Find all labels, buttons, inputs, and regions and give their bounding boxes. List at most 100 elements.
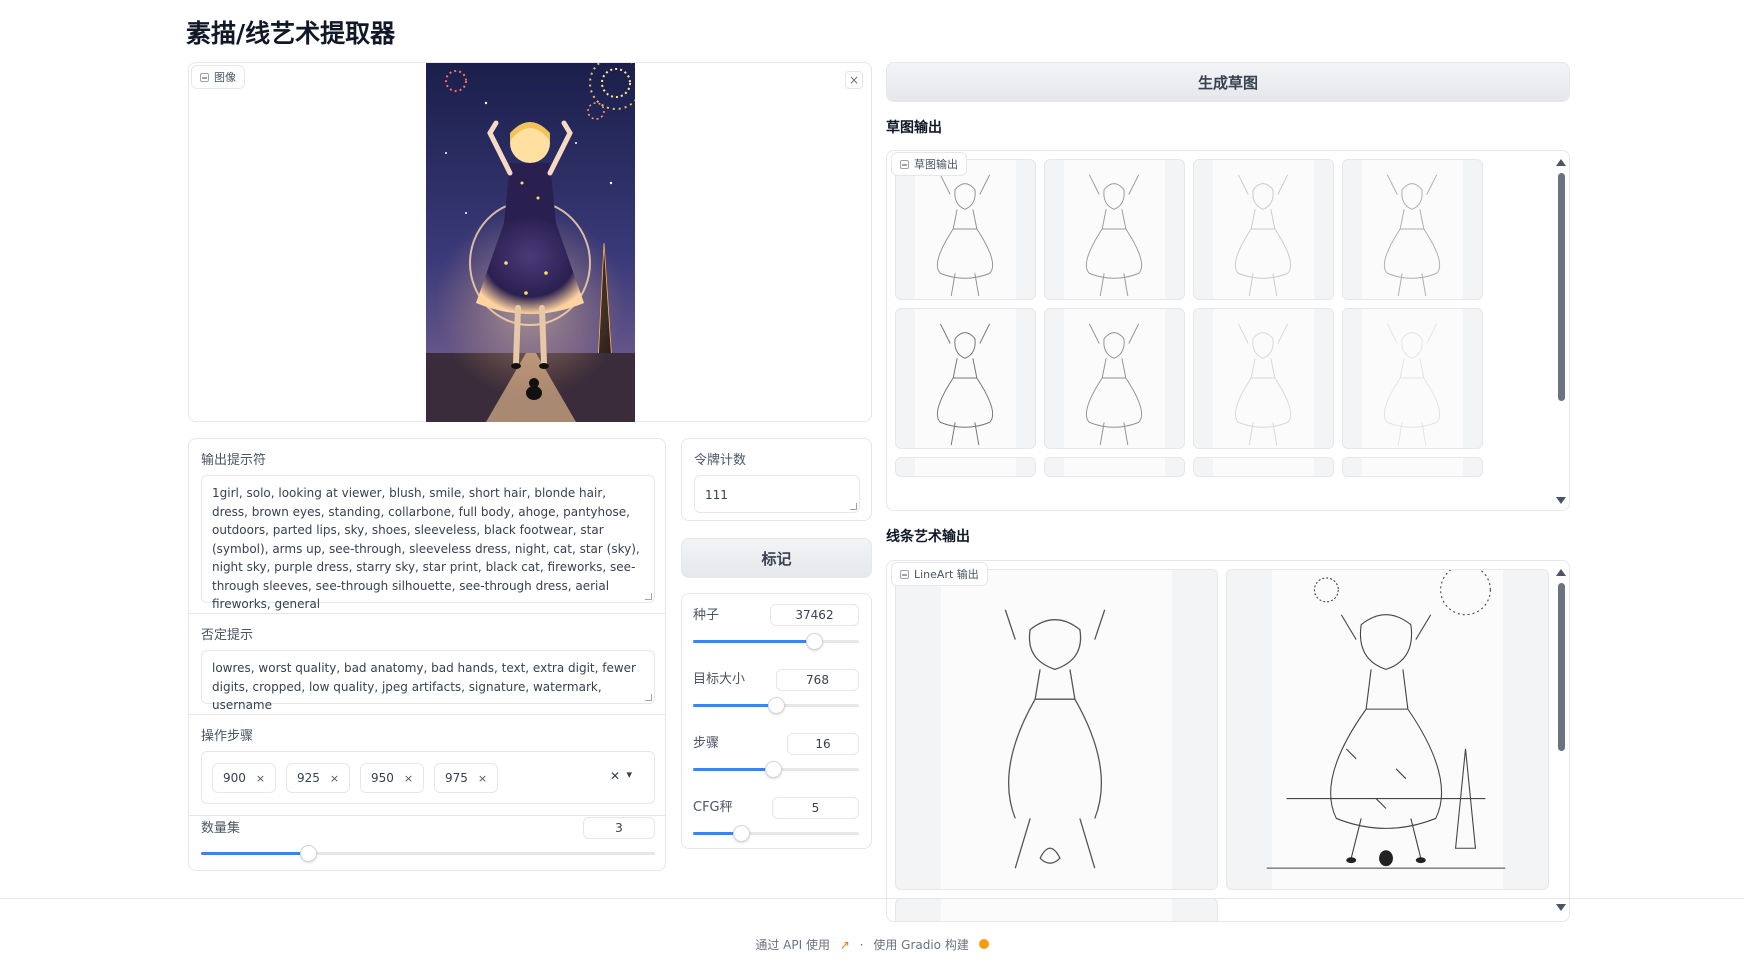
steps-slider[interactable] [693,761,859,778]
remove-tag-icon[interactable]: × [256,772,265,785]
gradio-link[interactable]: 使用 Gradio 构建 [873,938,969,952]
api-link[interactable]: 通过 API 使用 [755,938,830,952]
token-count-panel: 令牌计数 111 [681,438,872,521]
lineart-gallery[interactable]: LineArt 输出 [886,560,1570,922]
step-tag[interactable]: 900 × [212,763,277,793]
negative-label: 否定提示 [201,628,254,643]
image-icon [900,569,909,579]
seed-label: 种子 [693,608,720,623]
clear-all-icon[interactable]: ✕ [610,769,620,783]
lineart-sketch [1266,570,1506,869]
target-size-slider[interactable] [693,697,859,714]
input-image-preview [426,63,635,422]
sketch-thumbnail[interactable] [1193,457,1334,477]
slider-thumb[interactable] [764,761,782,778]
slider-thumb[interactable] [733,825,751,842]
prompt-column-panel: 输出提示符 1girl, solo, looking at viewer, bl… [188,438,666,871]
gradio-logo-icon [978,939,989,949]
chevron-down-icon[interactable]: ▾ [626,768,632,781]
divider [189,613,665,614]
sketch-thumbnail[interactable] [1193,308,1334,449]
sketch-thumbnail[interactable] [895,308,1036,449]
image-icon [200,72,209,82]
image-label: 图像 [214,71,236,84]
sketch-drawing [1085,323,1143,446]
sketch-drawing [1234,323,1292,446]
cfg-label: CFG秤 [693,800,733,815]
resize-handle-icon[interactable] [645,593,652,600]
step-tag-value: 975 [445,771,468,785]
seed-input[interactable]: 37462 [770,604,859,626]
target-size-label: 目标大小 [693,672,746,687]
scroll-down-icon[interactable] [1556,904,1566,911]
tag-button[interactable]: 标记 [681,538,872,578]
token-count-label: 令牌计数 [694,453,747,468]
sketch-thumbnail[interactable] [895,159,1036,300]
gallery-scrollbar[interactable] [1558,583,1565,751]
step-tag[interactable]: 975 × [434,763,499,793]
lineart-gallery-label: LineArt 输出 [914,568,979,581]
thumbnail-image [1213,458,1314,476]
token-count-value: 111 [705,488,728,502]
sketch-thumbnail[interactable] [1342,308,1483,449]
lineart-thumbnail[interactable] [895,898,1218,921]
cfg-slider[interactable] [693,825,859,842]
sketch-thumbnail[interactable] [1044,457,1185,477]
slider-thumb[interactable] [299,845,317,862]
prompt-textarea[interactable]: 1girl, solo, looking at viewer, blush, s… [201,475,655,611]
slider-fill [693,768,773,771]
clear-image-button[interactable]: × [845,71,863,89]
slider-fill [693,640,815,643]
resize-handle-icon[interactable] [645,694,652,701]
steps-multiselect[interactable]: 900 × 925 × 950 × 975 × ✕ ▾ [201,751,655,804]
negative-textarea[interactable]: lowres, worst quality, bad anatomy, bad … [201,650,655,712]
sketch-drawing [936,323,994,446]
footer-divider [0,898,1744,899]
remove-tag-icon[interactable]: × [404,772,413,785]
image-input-panel[interactable]: 图像 × [188,62,872,422]
params-panel: 种子 37462 目标大小 768 步骤 16 CFG秤 5 [681,593,872,849]
divider [189,815,665,816]
steps-label: 步骤 [693,736,720,751]
target-size-input[interactable]: 768 [776,669,859,691]
step-tag-value: 950 [371,771,394,785]
token-count-field[interactable]: 111 [694,475,860,513]
slider-thumb[interactable] [768,697,785,714]
step-tag[interactable]: 950 × [360,763,425,793]
slider-thumb[interactable] [806,633,824,650]
slider-fill [693,704,776,707]
sketch-gallery[interactable]: 草图输出 [886,150,1570,511]
remove-tag-icon[interactable]: × [330,772,339,785]
scroll-down-icon[interactable] [1556,497,1566,504]
step-tag[interactable]: 925 × [286,763,351,793]
resize-handle-icon[interactable] [850,503,857,510]
sketch-thumbnail[interactable] [1044,159,1185,300]
prompt-label: 输出提示符 [201,453,267,468]
sketch-thumbnail[interactable] [1193,159,1334,300]
steps-input[interactable]: 16 [787,733,859,755]
steps-multiselect-label: 操作步骤 [201,729,254,744]
thumbnail-image [915,458,1016,476]
sketch-thumbnail[interactable] [1044,308,1185,449]
divider [189,714,665,715]
lineart-thumbnail[interactable] [895,569,1218,890]
step-tag-value: 925 [297,771,320,785]
scroll-up-icon[interactable] [1556,159,1566,166]
seed-slider[interactable] [693,633,859,650]
sketch-thumbnail[interactable] [1342,159,1483,300]
sketch-drawing [1383,323,1441,446]
image-label-chip: 图像 [191,65,245,89]
quantity-input[interactable]: 3 [583,817,655,839]
thumbnail-image [1362,458,1463,476]
gallery-scrollbar[interactable] [1558,173,1565,401]
generate-sketch-button[interactable]: 生成草图 [886,62,1570,102]
scroll-up-icon[interactable] [1556,569,1566,576]
remove-tag-icon[interactable]: × [478,772,487,785]
cfg-input[interactable]: 5 [772,797,859,819]
quantity-slider[interactable] [201,845,655,862]
sketch-thumbnail[interactable] [895,457,1036,477]
lineart-gallery-label-chip: LineArt 输出 [891,562,988,586]
lineart-thumbnail[interactable] [1226,569,1549,890]
prompt-text: 1girl, solo, looking at viewer, blush, s… [212,486,640,611]
sketch-thumbnail[interactable] [1342,457,1483,477]
